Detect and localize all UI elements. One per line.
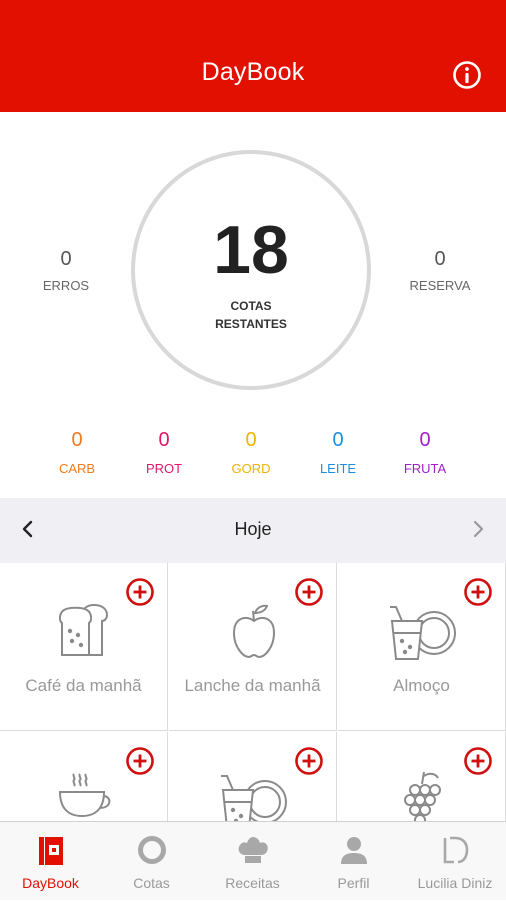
erros-value: 0 [60, 248, 72, 270]
add-icon[interactable] [125, 577, 155, 607]
ld-logo-icon [443, 836, 469, 864]
tab-label: Receitas [225, 875, 280, 891]
reserva-value: 0 [434, 248, 446, 270]
app-title: DayBook [201, 58, 305, 86]
drink-plate-icon [221, 775, 287, 821]
chef-hat-icon [238, 837, 268, 863]
add-icon[interactable] [294, 577, 324, 607]
cotas-ring[interactable]: 18 COTAS RESTANTES [131, 150, 371, 390]
add-icon[interactable] [125, 746, 155, 776]
macro-leite-label: LEITE [319, 461, 357, 476]
info-icon[interactable] [451, 59, 483, 91]
top-bar: DayBook [0, 0, 506, 112]
erros-label: ERROS [42, 278, 90, 293]
tab-daybook[interactable]: DayBook [0, 822, 101, 901]
meal-card-cafe-da-manha[interactable]: Café da manhã [0, 563, 168, 731]
add-icon[interactable] [463, 746, 493, 776]
tab-bar: DayBook Cotas Receitas Perfil Lucilia Di… [0, 821, 506, 900]
tab-cotas[interactable]: Cotas [101, 822, 202, 901]
macro-gord-label: GORD [231, 461, 271, 476]
tab-lucilia-diniz[interactable]: Lucilia Diniz [404, 822, 506, 901]
apple-icon [232, 604, 276, 659]
reserva-label: RESERVA [409, 278, 471, 293]
meal-label: Almoço [393, 676, 450, 695]
macro-leite-value: 0 [332, 429, 344, 451]
drink-plate-icon [390, 606, 456, 660]
chevron-right-icon[interactable] [466, 516, 490, 542]
person-icon [340, 837, 367, 864]
add-icon[interactable] [294, 746, 324, 776]
meal-card-almoco[interactable]: Almoço [338, 563, 506, 731]
daybook-icon [38, 837, 63, 865]
macro-fruta-value: 0 [419, 429, 431, 451]
macro-prot-label: PROT [145, 461, 183, 476]
coffee-cup-icon [58, 773, 111, 818]
tab-label: Lucilia Diniz [417, 875, 493, 891]
day-label: Hoje [234, 519, 272, 539]
summary-panel: 0 ERROS 18 COTAS RESTANTES 0 RESERVA 0 C… [0, 112, 506, 498]
macro-fruta-label: FRUTA [403, 461, 447, 476]
meals-grid: Café da manhã Lanche da manhã Almoço [0, 563, 506, 821]
day-navigation: Hoje [0, 498, 506, 563]
cotas-label-line2: RESTANTES [215, 317, 287, 331]
macro-carb-label: CARB [58, 461, 96, 476]
meal-label: Café da manhã [25, 676, 142, 695]
meal-label: Lanche da manhã [184, 676, 321, 695]
tab-label: DayBook [22, 875, 79, 891]
toast-icon [58, 603, 109, 656]
meal-card-lanche-da-manha[interactable]: Lanche da manhã [169, 563, 337, 731]
macro-gord-value: 0 [245, 429, 257, 451]
meal-card-ceia[interactable] [338, 732, 506, 821]
grapes-icon [404, 771, 441, 821]
cotas-label-line1: COTAS [230, 299, 272, 313]
add-icon[interactable] [463, 577, 493, 607]
tab-receitas[interactable]: Receitas [202, 822, 303, 901]
tab-label: Perfil [337, 875, 370, 891]
tab-label: Cotas [133, 875, 170, 891]
meal-card-lanche-da-tarde[interactable] [0, 732, 168, 821]
macro-prot-value: 0 [158, 429, 170, 451]
ring-icon [137, 836, 166, 864]
macro-carb-value: 0 [71, 429, 83, 451]
tab-perfil[interactable]: Perfil [303, 822, 404, 901]
meal-card-jantar[interactable] [169, 732, 337, 821]
cotas-remaining-value: 18 [213, 212, 289, 288]
cotas-remaining-label: COTAS RESTANTES [135, 297, 367, 333]
